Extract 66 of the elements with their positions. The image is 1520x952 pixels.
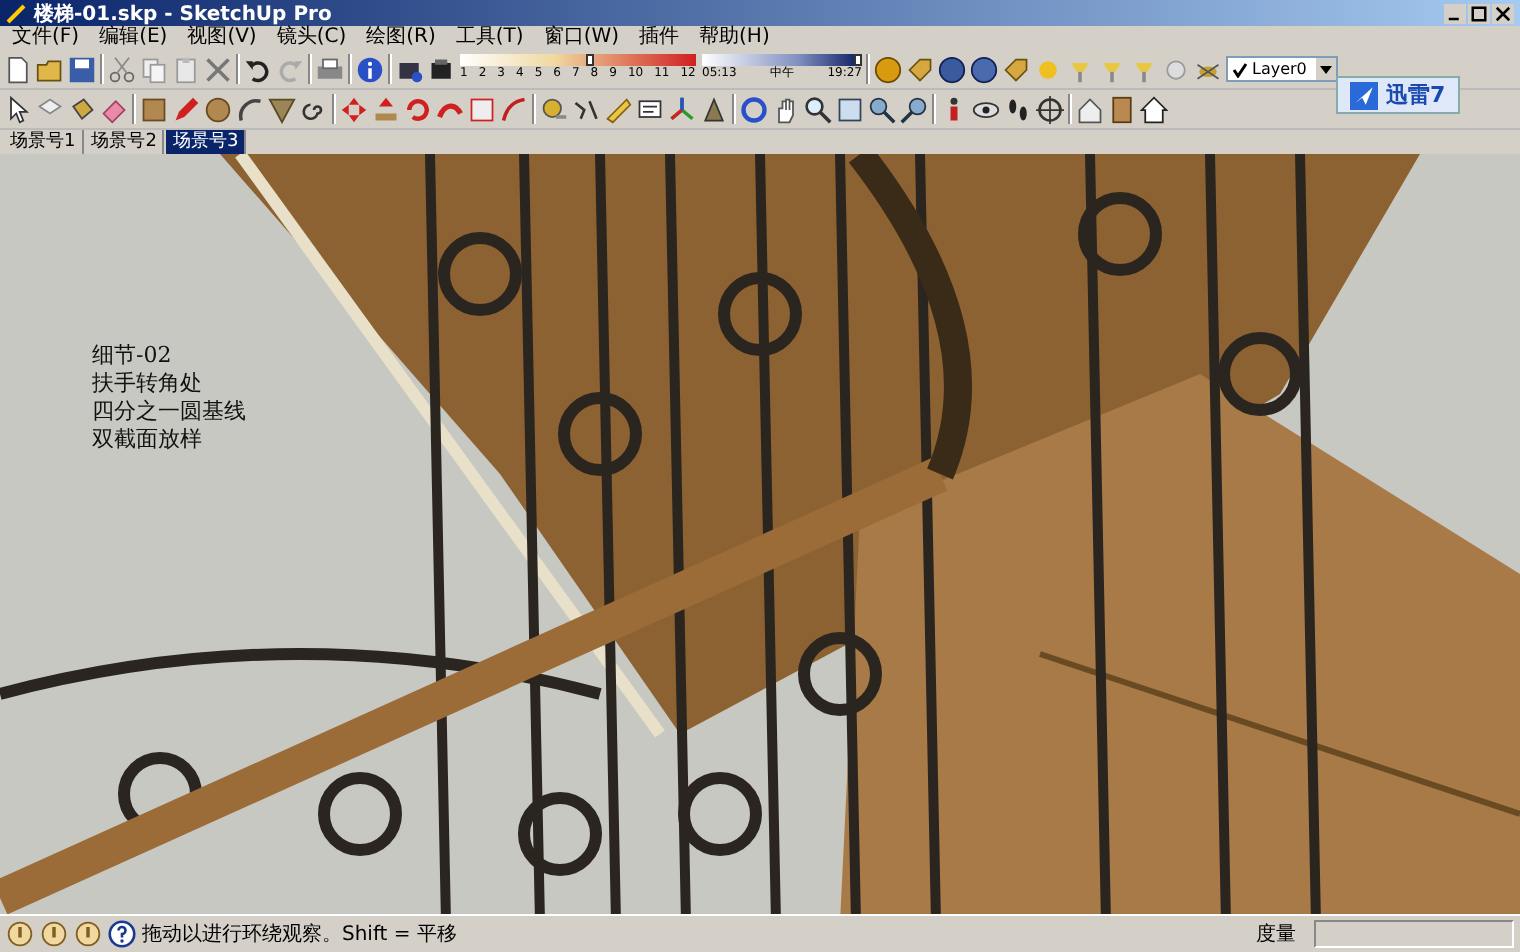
zoom-previous-icon[interactable] [900, 95, 928, 123]
tag-icon[interactable] [1002, 55, 1030, 83]
close-icon[interactable] [1492, 3, 1514, 23]
axes-icon[interactable] [668, 95, 696, 123]
delete-icon[interactable] [204, 55, 232, 83]
door-icon[interactable] [1108, 95, 1136, 123]
window-title: 楼梯-01.skp - SketchUp Pro [34, 1, 332, 25]
zoom-extents-icon[interactable] [868, 95, 896, 123]
menu-item[interactable]: 工具(T) [447, 26, 532, 50]
scissors-icon[interactable] [108, 55, 136, 83]
menu-item[interactable]: 窗口(W) [535, 26, 628, 50]
info-icon[interactable] [356, 55, 384, 83]
menu-item[interactable]: 文件(F) [4, 26, 88, 50]
bird-icon [1350, 81, 1378, 109]
printer-icon[interactable] [316, 55, 344, 83]
new-file-icon[interactable] [4, 55, 32, 83]
check-icon [1232, 61, 1248, 77]
ball-icon[interactable] [874, 55, 902, 83]
move-icon[interactable] [340, 95, 368, 123]
menu-item[interactable]: 编辑(E) [91, 26, 176, 50]
scene-tab[interactable]: 场景号3 [166, 130, 247, 154]
caret-icon [1320, 65, 1332, 73]
annotation-text: 双截面放样 [92, 426, 204, 454]
crosshair-icon[interactable] [1036, 95, 1064, 123]
house-icon[interactable] [1140, 95, 1168, 123]
app-logo-icon [6, 3, 26, 23]
pencil-icon[interactable] [172, 95, 200, 123]
menu-item[interactable]: 帮助(H) [691, 26, 778, 50]
annotation-text: 细节-02 [92, 342, 174, 370]
menu-item[interactable]: 绘图(R) [358, 26, 444, 50]
house-icon[interactable] [1076, 95, 1104, 123]
menu-item[interactable]: 镜头(C) [268, 26, 355, 50]
eraser-icon[interactable] [100, 95, 128, 123]
annotation-text: 四分之一圆基线 [92, 398, 246, 426]
undo-icon[interactable] [244, 55, 272, 83]
orbit-icon[interactable] [740, 95, 768, 123]
circle-icon[interactable] [204, 95, 232, 123]
rectangle-icon[interactable] [140, 95, 168, 123]
help-icon[interactable] [108, 920, 136, 948]
slider-thumb[interactable] [585, 53, 594, 65]
folder-icon[interactable] [36, 55, 64, 83]
measurement-label: 度量 [1254, 921, 1298, 948]
text-tool-icon[interactable] [636, 95, 664, 123]
measurement-field[interactable] [1314, 920, 1514, 948]
hand-icon[interactable] [772, 95, 800, 123]
copy-icon[interactable] [140, 55, 168, 83]
minimize-icon[interactable] [1444, 3, 1466, 23]
pointer-icon[interactable] [4, 95, 32, 123]
arc-icon[interactable] [236, 95, 264, 123]
rotate-icon[interactable] [404, 95, 432, 123]
annotation-text: 扶手转角处 [92, 370, 204, 398]
triangle-icon[interactable] [268, 95, 296, 123]
notification-popup[interactable]: 迅雷7 [1336, 76, 1460, 114]
maximize-icon[interactable] [1468, 3, 1490, 23]
tag-icon[interactable] [906, 55, 934, 83]
ball-icon[interactable] [938, 55, 966, 83]
layer-dropdown[interactable]: Layer0 [1226, 56, 1338, 82]
menu-item[interactable]: 插件 [631, 26, 688, 50]
save-icon[interactable] [68, 55, 96, 83]
menu-item[interactable]: 视图(V) [179, 26, 265, 50]
zoom-icon[interactable] [804, 95, 832, 123]
notification-text: 迅雷7 [1386, 80, 1446, 110]
status-message: 拖动以进行环绕观察。Shift = 平移 [142, 921, 459, 948]
footprints-icon[interactable] [1004, 95, 1032, 123]
slider-thumb[interactable] [853, 53, 862, 65]
push-pull-icon[interactable] [372, 95, 400, 123]
